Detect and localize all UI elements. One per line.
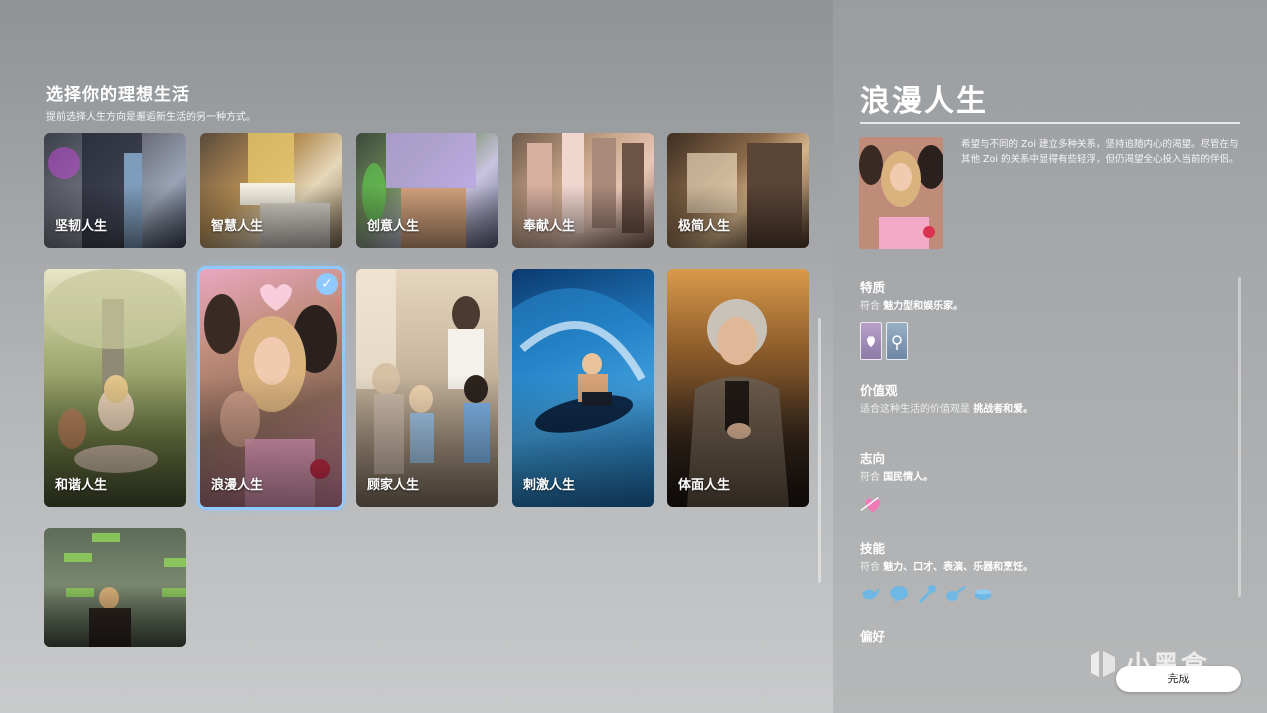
traits-value: 魅力型和娱乐家。	[883, 301, 964, 312]
aspiration-prefix: 符合	[860, 472, 880, 483]
traits-prefix: 符合	[860, 301, 880, 312]
heybox-logo-icon	[1091, 650, 1115, 677]
microphone-icon[interactable]	[916, 583, 938, 605]
watermark: 小黑盒	[1087, 645, 1209, 682]
values-value: 挑战者和爱。	[973, 404, 1034, 415]
aspiration-heading: 志向	[860, 451, 886, 466]
values-prefix: 适合这种生活的价值观是	[860, 404, 970, 415]
skills-text: 符合 魅力、口才、表演、乐器和烹饪。	[860, 561, 1230, 575]
card-resilient-life[interactable]: 坚韧人生	[44, 133, 186, 248]
card-label: 奉献人生	[523, 219, 576, 234]
card-label: 体面人生	[678, 478, 731, 493]
card-romantic-life[interactable]: ✓ 浪漫人生	[197, 266, 345, 510]
skills-prefix: 符合	[860, 562, 880, 573]
card-label: 极简人生	[678, 219, 731, 234]
aspiration-value: 国民情人。	[883, 472, 934, 483]
speech-bubble-icon[interactable]	[888, 583, 910, 605]
values-heading: 价值观	[860, 383, 898, 398]
card-family-life[interactable]: 顾家人生	[356, 269, 498, 507]
preferences-heading: 偏好	[860, 629, 886, 644]
watermark-text: 小黑盒	[1125, 651, 1210, 681]
card-label: 顾家人生	[367, 478, 420, 493]
detail-thumbnail	[859, 137, 943, 249]
charismatic-trait-icon[interactable]	[860, 322, 882, 360]
values-text: 适合这种生活的价值观是 挑战者和爱。	[860, 403, 1230, 417]
skills-value: 魅力、口才、表演、乐器和烹饪。	[883, 562, 1034, 573]
page-title: 选择你的理想生活	[46, 85, 190, 105]
skills-section: 技能 符合 魅力、口才、表演、乐器和烹饪。	[860, 538, 1230, 605]
guitar-icon[interactable]	[944, 583, 966, 605]
detail-description: 希望与不同的 Zoi 建立多种关系，坚持追随内心的渴望。尽管在与其他 Zoi 的…	[961, 139, 1239, 165]
entertainer-trait-icon[interactable]	[886, 322, 908, 360]
grid-scrollbar[interactable]	[818, 318, 821, 583]
life-path-selection-panel: 选择你的理想生活 提前选择人生方向是邂逅新生活的另一种方式。 坚韧人生 智慧人生	[0, 0, 833, 713]
card-thrill-life[interactable]: 刺激人生	[512, 269, 654, 507]
traits-section: 特质 符合 魅力型和娱乐家。	[860, 277, 1230, 360]
card-wise-life[interactable]: 智慧人生	[200, 133, 342, 248]
selected-check-icon: ✓	[316, 273, 338, 295]
card-unnamed-life[interactable]	[44, 528, 186, 647]
life-path-grid: 坚韧人生 智慧人生 创意人生 奉献人生 极简人生 和谐人生 ✓ 浪漫人生 顾家人…	[44, 133, 814, 647]
heart-arrow-icon[interactable]	[860, 493, 882, 515]
card-label: 和谐人生	[55, 478, 108, 493]
cooking-pot-icon[interactable]	[972, 583, 994, 605]
card-harmonious-life[interactable]: 和谐人生	[44, 269, 186, 507]
traits-text: 符合 魅力型和娱乐家。	[860, 300, 1230, 314]
page-subtitle: 提前选择人生方向是邂逅新生活的另一种方式。	[46, 112, 256, 123]
values-section: 价值观 适合这种生活的价值观是 挑战者和爱。	[860, 380, 1230, 417]
aspiration-text: 符合 国民情人。	[860, 471, 1230, 485]
card-creative-life[interactable]: 创意人生	[356, 133, 498, 248]
skills-heading: 技能	[860, 541, 886, 556]
skill-icons	[860, 583, 1230, 605]
title-divider	[860, 122, 1240, 124]
card-label: 刺激人生	[523, 478, 576, 493]
card-minimalist-life[interactable]: 极简人生	[667, 133, 809, 248]
detail-scrollbar[interactable]	[1238, 277, 1241, 597]
aspiration-icons	[860, 493, 1230, 515]
card-label: 浪漫人生	[211, 478, 264, 493]
card-label: 智慧人生	[211, 219, 264, 234]
card-label: 坚韧人生	[55, 219, 108, 234]
bird-icon[interactable]	[860, 583, 882, 605]
traits-heading: 特质	[860, 280, 886, 295]
trait-cards	[860, 322, 1230, 360]
card-label: 创意人生	[367, 219, 420, 234]
aspiration-section: 志向 符合 国民情人。	[860, 448, 1230, 515]
life-path-detail-panel: 浪漫人生 希望与不同的 Zoi 建立多种关系，坚持追随内心的渴望。尽管在与其他 …	[833, 0, 1267, 713]
detail-title: 浪漫人生	[860, 84, 988, 119]
card-dignified-life[interactable]: 体面人生	[667, 269, 809, 507]
card-devoted-life[interactable]: 奉献人生	[512, 133, 654, 248]
